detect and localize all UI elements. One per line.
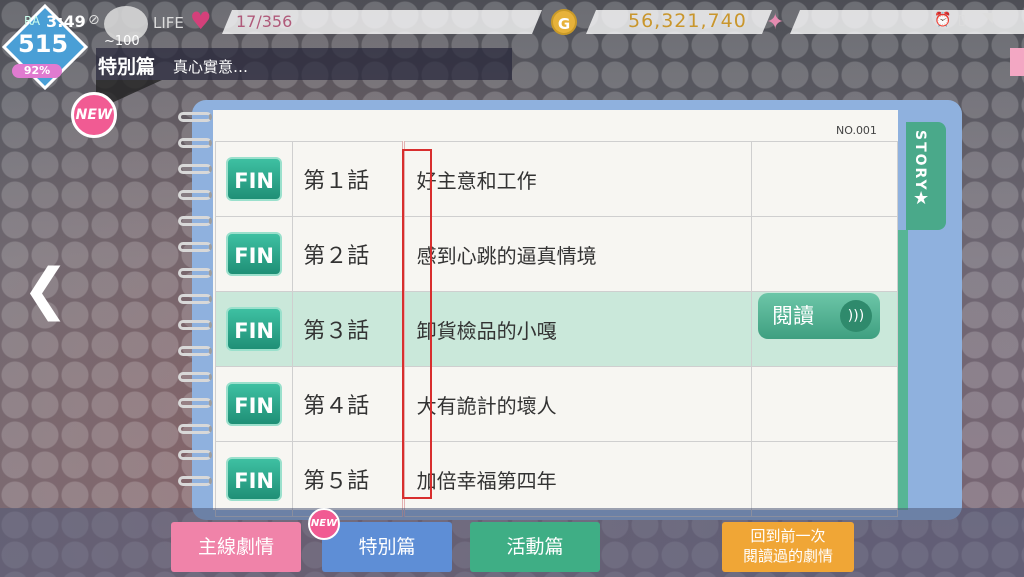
rank-percent: 92% [12, 64, 62, 78]
episode-title: 感到心跳的逼真情境 [401, 216, 752, 292]
fin-badge: FIN [226, 307, 283, 351]
life-value: 17/356 [236, 12, 293, 31]
episode-title: 好主意和工作 [401, 141, 752, 217]
rank-value: 515 [18, 30, 69, 58]
wifi-icon: ◥ [982, 10, 993, 26]
episode-row-4[interactable]: FIN 第４話 大有詭計的壞人 [214, 366, 899, 442]
read-button[interactable]: 閱讀 ))) [758, 293, 880, 339]
fin-badge: FIN [226, 457, 283, 501]
tab-special[interactable]: 特別篇 [322, 522, 452, 572]
tab-event[interactable]: 活動篇 [470, 522, 600, 572]
episode-number: 第２話 [292, 216, 404, 292]
episode-number: 第１話 [292, 141, 404, 217]
chapter-tag: 特別篇 [98, 56, 156, 78]
fin-badge: FIN [226, 382, 283, 426]
highlight-annotation-box [402, 149, 432, 499]
clock: 3:49 [46, 12, 86, 31]
new-badge: NEW [71, 92, 117, 138]
episode-title: 卸貨檢品的小嘎 [401, 291, 752, 367]
episode-row-1[interactable]: FIN 第１話 好主意和工作 [214, 141, 899, 217]
fin-badge: FIN [226, 232, 283, 276]
resume-line-1: 回到前一次 [750, 527, 826, 545]
new-badge-special: NEW [308, 508, 340, 540]
episode-number: 第３話 [292, 291, 404, 367]
tab-main-story[interactable]: 主線劇情 [171, 522, 301, 572]
episode-number: 第４話 [292, 366, 404, 442]
menu-edge-tab[interactable] [1010, 48, 1024, 76]
vibrate-icon: ▯ [958, 12, 966, 28]
page-number: NO.001 [836, 124, 877, 137]
resume-line-2: 閱讀過的劇情 [742, 547, 833, 565]
resume-last-read-button[interactable]: 回到前一次 閱讀過的劇情 [722, 522, 854, 572]
episode-number: 第５話 [292, 441, 404, 517]
episode-title: 大有詭計的壞人 [401, 366, 752, 442]
sync-icon: ⊘ [88, 12, 100, 28]
story-tab-label: STORY [912, 130, 928, 192]
episode-row-2[interactable]: FIN 第２話 感到心跳的逼真情境 [214, 216, 899, 292]
coin-icon: G [551, 9, 577, 35]
back-arrow-icon[interactable]: ❮ [22, 262, 69, 318]
status-bar: RA 515 92% 3:49 ⊘ ~100 LIFE ♥ 17/356 G 5… [0, 0, 1024, 90]
notebook-edge-strip [898, 230, 908, 510]
star-icon: ★ [913, 188, 930, 209]
heart-icon: ♥ [190, 7, 212, 35]
episode-row-5[interactable]: FIN 第５話 加倍幸福第四年 [214, 441, 899, 517]
rank-label: RA [24, 14, 41, 28]
alarm-icon: ⏰ [934, 12, 952, 28]
mascot-level: ~100 [104, 34, 140, 49]
episode-title: 加倍幸福第四年 [401, 441, 752, 517]
gem-star-icon: ✦ [766, 10, 785, 35]
coin-value: 56,321,740 [628, 10, 747, 32]
chapter-header [96, 48, 512, 80]
audio-wave-icon: ))) [840, 300, 872, 332]
notebook-spiral [178, 112, 218, 512]
chapter-title: 真心實意… [173, 58, 249, 76]
life-label: LIFE [153, 14, 184, 32]
fin-badge: FIN [226, 157, 283, 201]
read-button-label: 閱讀 [772, 304, 814, 328]
